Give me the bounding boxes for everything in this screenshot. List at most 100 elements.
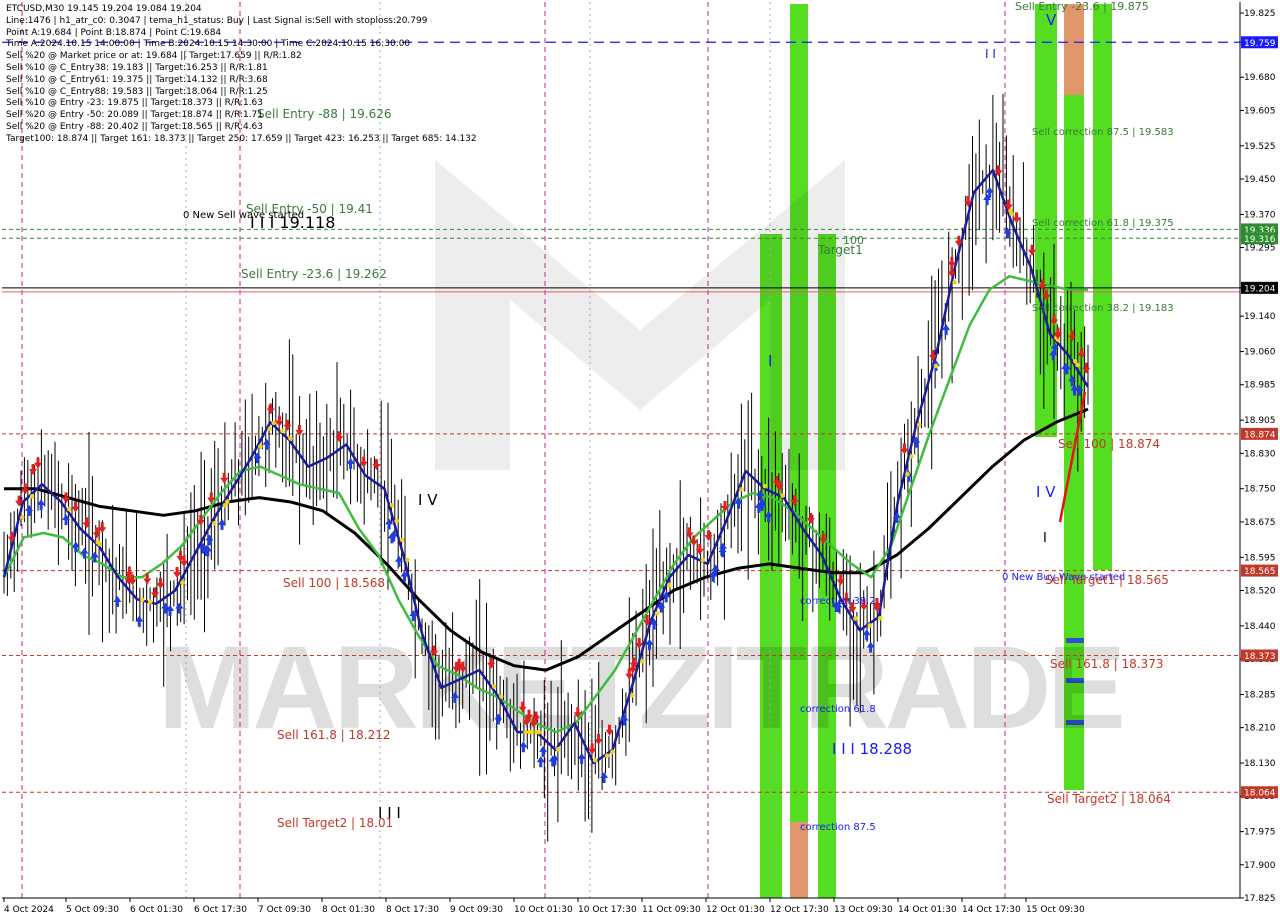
chart-annotation: correction 38.2 (800, 596, 876, 607)
price-tick-label: 18.830 (1244, 449, 1276, 459)
signal-dot (271, 420, 277, 426)
chart-annotation: I I I 19.118 (250, 213, 335, 232)
signal-dot (780, 493, 785, 498)
signal-dot (654, 611, 660, 616)
price-tick-label: 18.905 (1244, 416, 1276, 426)
chart-annotation: I V (1036, 483, 1056, 501)
sell-arrow-icon (29, 463, 38, 475)
info-line: Sell %20 @ Entry -50: 20.089 || Target:1… (6, 110, 264, 121)
price-tick-label: 18.210 (1244, 724, 1276, 734)
time-tick-label: 15 Oct 09:30 (1026, 905, 1085, 915)
sell-arrow-icon (283, 419, 292, 431)
chart-annotation: Sell Entry -23.6 | 19.875 (1015, 0, 1149, 13)
sell-arrow-icon (34, 457, 43, 469)
signal-dot (147, 599, 153, 604)
signal-dot (952, 280, 957, 285)
signal-dot (1072, 358, 1078, 364)
buy-arrow-icon (25, 504, 34, 516)
signal-dot (909, 454, 914, 459)
price-tick-label: 19.680 (1244, 73, 1276, 83)
sell-arrow-icon (335, 431, 344, 443)
time-tick-label: 5 Oct 09:30 (66, 905, 119, 915)
time-tick-label: 10 Oct 17:30 (578, 905, 637, 915)
signal-dot (867, 623, 873, 628)
signal-dot (288, 436, 293, 441)
info-line: Line:1476 | h1_atr_c0: 0.3047 | tema_h1_… (6, 15, 428, 26)
chart-annotation: I (768, 352, 772, 370)
price-tick-label: 19.295 (1244, 244, 1276, 254)
info-line: Sell %10 @ C_Entry38: 19.183 || Target:1… (6, 62, 268, 73)
price-tick-label: 18.130 (1244, 759, 1276, 769)
info-line: Sell %10 @ C_Entry88: 19.583 || Target:1… (6, 86, 268, 97)
signal-dot (629, 693, 635, 698)
price-tick-label: 18.285 (1244, 690, 1276, 700)
price-tick-label: 18.750 (1244, 485, 1276, 495)
price-tick-label: 19.370 (1244, 210, 1276, 220)
info-line: Sell %20 @ Market price or at: 19.684 ||… (6, 51, 302, 62)
signal-zone (790, 822, 808, 898)
level-tag-label: 18.064 (1244, 789, 1276, 799)
signal-dot (1008, 208, 1013, 214)
signal-dot (762, 483, 768, 489)
price-tick-label: 19.605 (1244, 106, 1276, 116)
sell-arrow-icon (372, 458, 381, 470)
signal-dot (604, 753, 610, 759)
signal-dot (139, 597, 145, 603)
signal-dot (536, 729, 542, 735)
signal-zone (1064, 4, 1084, 95)
info-line: Sell %10 @ C_Entry61: 19.375 || Target:1… (6, 74, 268, 85)
price-tick-label: 19.525 (1244, 142, 1276, 152)
price-tick-label: 18.520 (1244, 586, 1276, 596)
buy-arrow-icon (385, 518, 394, 530)
signal-dot (180, 580, 185, 585)
signal-dot (610, 749, 615, 755)
signal-dot (666, 582, 672, 588)
signal-dot (224, 499, 230, 504)
chart-annotation: I I (985, 47, 996, 61)
signal-dot (267, 426, 273, 432)
price-tick-label: 18.985 (1244, 381, 1276, 391)
price-tick-label: 19.825 (1244, 9, 1276, 19)
signal-dot (280, 428, 285, 434)
time-tick-label: 8 Oct 17:30 (386, 905, 439, 915)
sell-arrow-icon (806, 512, 815, 524)
time-tick-label: 8 Oct 01:30 (322, 905, 375, 915)
chart-annotation: Sell 161.8 | 18.373 (1050, 657, 1164, 671)
signal-dot (877, 615, 883, 621)
signal-dot (523, 729, 528, 735)
level-tag-label: 18.565 (1244, 567, 1276, 577)
info-line: Point A:19.684 | Point B:18.874 | Point … (6, 27, 222, 38)
time-tick-label: 6 Oct 17:30 (194, 905, 247, 915)
chart-annotation: Sell 100 | 18.568 (283, 576, 385, 590)
price-tick-label: 18.675 (1244, 518, 1276, 528)
time-tick-label: 6 Oct 01:30 (130, 905, 183, 915)
chart-annotation: correction 87.5 (800, 822, 876, 833)
time-tick-label: 12 Oct 17:30 (770, 905, 829, 915)
price-tick-label: 17.825 (1244, 894, 1276, 904)
signal-dot (258, 444, 263, 449)
chart-annotation: correction 61.8 (800, 704, 876, 715)
time-tick-label: 14 Oct 17:30 (962, 905, 1021, 915)
time-tick-label: 11 Oct 09:30 (642, 905, 701, 915)
info-line: Sell %20 @ Entry -88: 20.402 || Target:1… (6, 121, 264, 132)
signal-dot (739, 486, 744, 492)
level-tag-label: 18.874 (1244, 430, 1276, 440)
chart-annotation: I I I (378, 804, 401, 822)
signal-dot (529, 729, 535, 735)
time-tick-label: 9 Oct 09:30 (450, 905, 503, 915)
chart-annotation: Sell correction 87.5 | 19.583 (1032, 127, 1174, 138)
symbol-line: ETCUSD,M30 19.145 19.204 19.084 19.204 (6, 4, 202, 14)
signal-dot (19, 515, 25, 520)
signal-dot (405, 557, 410, 563)
chart-annotation: 100 (843, 234, 864, 247)
price-tick-label: 18.595 (1244, 553, 1276, 563)
signal-dot (66, 506, 72, 512)
signal-dot (853, 616, 858, 621)
sell-arrow-icon (173, 567, 182, 579)
time-tick-label: 12 Oct 01:30 (706, 905, 765, 915)
chart-annotation: Sell Target1 | 18.565 (1045, 573, 1169, 587)
signal-dot (555, 746, 561, 752)
price-tick-label: 17.900 (1244, 861, 1276, 871)
signal-dot (700, 557, 706, 563)
chart-annotation: I (1043, 531, 1047, 546)
